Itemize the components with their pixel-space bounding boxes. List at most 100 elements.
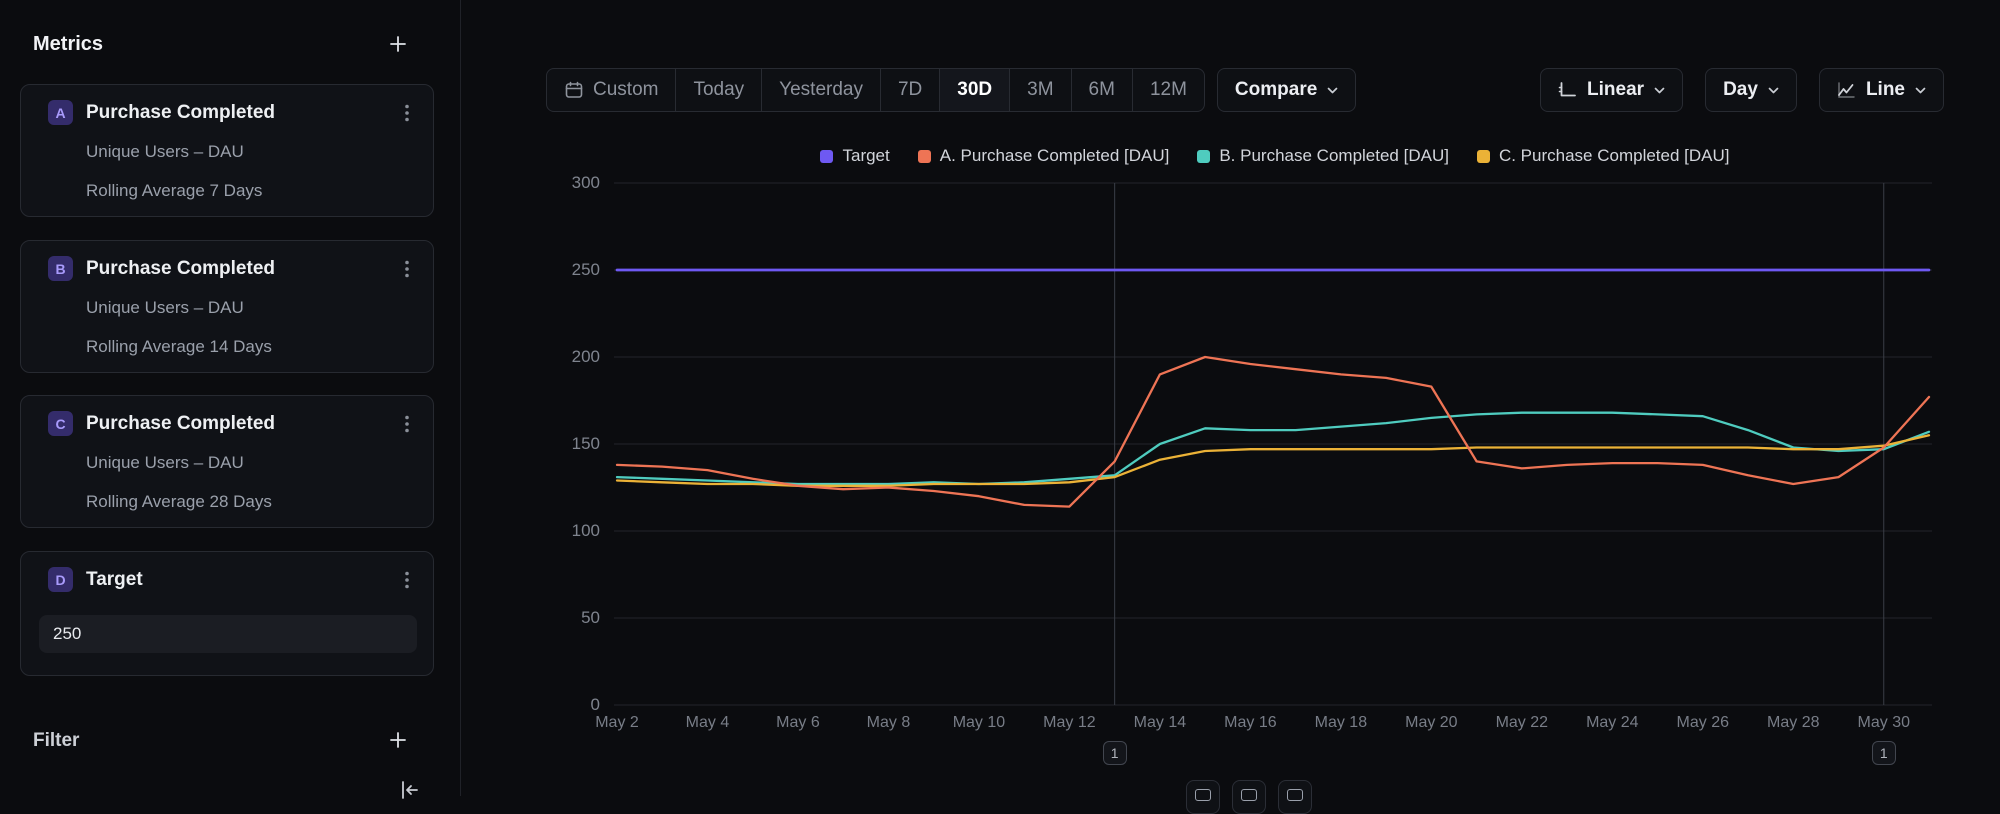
compare-button[interactable]: Compare [1217,68,1356,112]
calendar-icon [564,80,584,100]
x-axis-label: May 28 [1767,714,1819,732]
bottom-view-toolbar [1186,780,1312,814]
legend-swatch [1477,150,1490,163]
x-axis-label: May 26 [1677,714,1729,732]
target-card-head: D Target [21,552,433,592]
range-label: 3M [1027,79,1053,101]
metric-card-head: A Purchase Completed [21,85,433,125]
collapse-sidebar-button[interactable] [398,778,422,802]
target-menu-button[interactable] [401,569,413,591]
metric-breakdown: Unique Users – DAU [86,453,433,473]
x-axis-label: May 18 [1315,714,1367,732]
range-yesterday[interactable]: Yesterday [761,69,880,111]
metric-menu-button[interactable] [401,102,413,124]
metric-transform: Rolling Average 7 Days [86,181,433,201]
panel-icon [1287,789,1303,801]
x-axis-labels: May 2May 4May 6May 8May 10May 12May 14Ma… [610,714,1950,736]
metric-badge: A [48,100,73,125]
chart-type-label: Line [1866,79,1905,101]
plus-icon [388,730,408,750]
metric-card-b[interactable]: B Purchase Completed Unique Users – DAU … [20,240,434,373]
x-axis-label: May 22 [1496,714,1548,732]
linear-scale-icon [1558,81,1577,99]
collapse-left-icon [398,778,422,802]
filter-section-label: Filter [33,730,79,752]
x-axis-label: May 12 [1043,714,1095,732]
range-custom[interactable]: Custom [547,69,675,111]
legend-item[interactable]: Target [820,146,889,166]
metric-title: Purchase Completed [86,413,275,435]
add-filter-button[interactable] [386,728,410,752]
x-axis-label: May 10 [953,714,1005,732]
date-range-segmented-control: Custom Today Yesterday 7D 30D 3M 6M 12M [546,68,1205,112]
chart-type-selector-button[interactable]: Line [1819,68,1944,112]
metric-card-head: B Purchase Completed [21,241,433,281]
target-card[interactable]: D Target [20,551,434,676]
legend-label: C. Purchase Completed [DAU] [1499,146,1730,166]
metric-card-head: C Purchase Completed [21,396,433,436]
metric-title: Purchase Completed [86,102,275,124]
legend-swatch [1197,150,1210,163]
y-axis-label: 100 [572,521,600,541]
x-axis-label: May 4 [686,714,730,732]
kebab-icon [405,415,409,433]
metric-menu-button[interactable] [401,413,413,435]
x-axis-label: May 8 [867,714,911,732]
kebab-icon [405,260,409,278]
x-axis-label: May 30 [1858,714,1910,732]
metric-transform: Rolling Average 28 Days [86,492,433,512]
x-axis-label: May 2 [595,714,639,732]
chart-canvas[interactable] [610,180,1950,712]
view-option-button-3[interactable] [1278,780,1312,814]
legend-swatch [820,150,833,163]
chart-options-toolbar: Linear Day Line [1540,68,1944,112]
kebab-icon [405,104,409,122]
x-axis-label: May 24 [1586,714,1638,732]
range-label: 30D [957,79,992,101]
panel-icon [1241,789,1257,801]
view-option-button-2[interactable] [1232,780,1266,814]
view-option-button-1[interactable] [1186,780,1220,814]
metric-transform: Rolling Average 14 Days [86,337,433,357]
y-axis-label: 50 [581,608,600,628]
metric-card-c[interactable]: C Purchase Completed Unique Users – DAU … [20,395,434,528]
granularity-label: Day [1723,79,1758,101]
metrics-sidebar: Metrics A Purchase Completed Unique User… [0,0,461,796]
legend-item[interactable]: C. Purchase Completed [DAU] [1477,146,1730,166]
chevron-down-icon [1654,87,1665,94]
range-6m[interactable]: 6M [1071,69,1132,111]
annotation-badge[interactable]: 1 [1103,741,1127,765]
range-today[interactable]: Today [675,69,761,111]
scale-selector-button[interactable]: Linear [1540,68,1683,112]
chevron-down-icon [1327,87,1338,94]
metric-card-a[interactable]: A Purchase Completed Unique Users – DAU … [20,84,434,217]
legend-item[interactable]: A. Purchase Completed [DAU] [918,146,1170,166]
range-7d[interactable]: 7D [880,69,939,111]
y-axis-label: 0 [591,695,600,715]
metric-menu-button[interactable] [401,258,413,280]
add-metric-button[interactable] [386,32,410,56]
x-axis-label: May 14 [1134,714,1186,732]
target-badge: D [48,567,73,592]
plus-icon [388,34,408,54]
range-label: 6M [1089,79,1115,101]
metric-breakdown: Unique Users – DAU [86,142,433,162]
target-value-input[interactable] [39,615,417,653]
y-axis-label: 250 [572,260,600,280]
annotation-badge[interactable]: 1 [1872,741,1896,765]
kebab-icon [405,571,409,589]
range-30d[interactable]: 30D [939,69,1009,111]
legend-item[interactable]: B. Purchase Completed [DAU] [1197,146,1449,166]
range-3m[interactable]: 3M [1009,69,1070,111]
y-axis-label: 150 [572,434,600,454]
app-root: { "sidebar": { "title": "Metrics", "metr… [0,0,2000,796]
series-line [617,435,1929,486]
legend-swatch [918,150,931,163]
range-label: Today [693,79,744,101]
range-label: 7D [898,79,922,101]
chevron-down-icon [1768,87,1779,94]
range-12m[interactable]: 12M [1132,69,1204,111]
granularity-selector-button[interactable]: Day [1705,68,1797,112]
date-range-toolbar: Custom Today Yesterday 7D 30D 3M 6M 12M … [546,68,1356,112]
chart-legend: Target A. Purchase Completed [DAU] B. Purc… [610,146,1940,166]
